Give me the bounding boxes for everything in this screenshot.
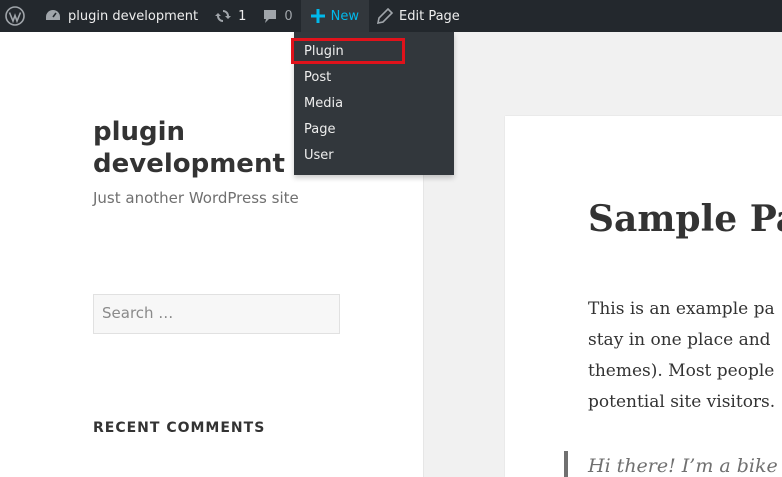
menu-item-plugin[interactable]: Plugin [291, 38, 405, 64]
comments-count: 0 [284, 8, 293, 24]
page-title: Sample Pa [588, 198, 782, 240]
body-line: This is an example pa [588, 299, 775, 319]
comment-icon [262, 8, 278, 24]
search-input[interactable]: Search … [93, 294, 340, 334]
dashboard-icon [44, 8, 62, 24]
body-line: potential site visitors. [588, 392, 776, 412]
updates-count: 1 [238, 8, 247, 24]
menu-item-post[interactable]: Post [294, 64, 454, 90]
site-name-label: plugin development [68, 8, 199, 24]
body-line: themes). Most people [588, 361, 775, 381]
new-label: New [330, 8, 360, 24]
updates-icon [214, 7, 232, 25]
admin-bar: plugin development 1 0 New Edit Page [0, 0, 782, 32]
page-content: Sample Pa This is an example pa stay in … [505, 116, 782, 477]
plus-icon [310, 9, 325, 23]
site-tagline: Just another WordPress site [93, 189, 299, 207]
pencil-icon [377, 8, 394, 24]
comments-button[interactable]: 0 [254, 0, 300, 32]
menu-item-page[interactable]: Page [294, 116, 454, 142]
edit-page-button[interactable]: Edit Page [369, 0, 468, 32]
site-name-menu[interactable]: plugin development [36, 0, 206, 32]
new-content-dropdown: Plugin Post Media Page User [291, 32, 454, 175]
recent-comments-heading: RECENT COMMENTS [93, 420, 266, 436]
wordpress-logo-button[interactable] [0, 0, 36, 32]
body-line: stay in one place and [588, 330, 771, 350]
page-body: This is an example pa stay in one place … [588, 294, 782, 418]
blockquote: Hi there! I’m a bike [564, 451, 778, 477]
wordpress-icon [5, 6, 25, 26]
updates-button[interactable]: 1 [206, 0, 254, 32]
new-content-menu[interactable]: New [300, 0, 370, 32]
menu-item-media[interactable]: Media [294, 90, 454, 116]
edit-page-label: Edit Page [399, 8, 460, 24]
menu-item-user[interactable]: User [294, 142, 454, 168]
